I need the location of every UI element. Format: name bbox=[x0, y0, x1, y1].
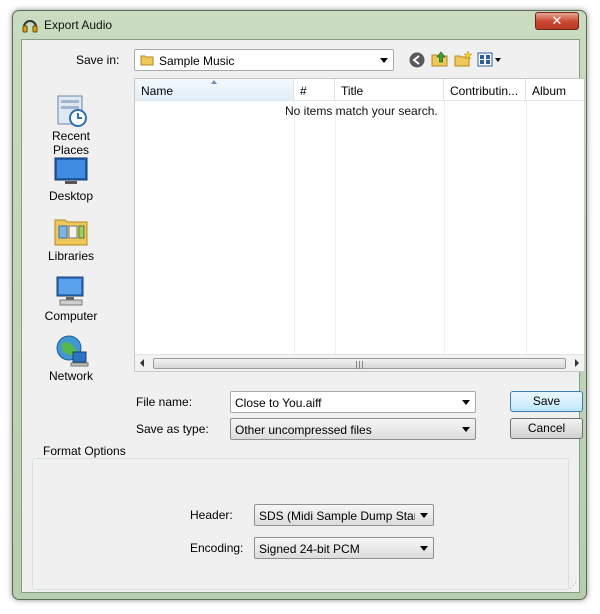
desktop-icon bbox=[54, 157, 88, 184]
column-header-title[interactable]: Title bbox=[335, 79, 444, 101]
recent-places-icon bbox=[57, 95, 87, 127]
headphones-icon bbox=[22, 20, 38, 33]
place-label: Libraries bbox=[47, 249, 95, 263]
column-header-album[interactable]: Album bbox=[526, 79, 584, 101]
file-list[interactable]: Name # Title Contributin... Album No ite… bbox=[134, 78, 585, 372]
up-folder-icon[interactable] bbox=[431, 50, 449, 68]
scroll-left-icon[interactable] bbox=[140, 359, 144, 367]
place-recent-places[interactable]: Recent Places bbox=[36, 94, 106, 157]
save-as-type-dropdown[interactable]: Other uncompressed files bbox=[230, 418, 476, 440]
column-divider bbox=[526, 101, 527, 354]
encoding-value: Signed 24-bit PCM bbox=[259, 542, 360, 556]
back-icon[interactable] bbox=[408, 51, 426, 69]
resize-grip-icon[interactable]: ⋰ bbox=[569, 581, 577, 590]
network-icon bbox=[56, 335, 89, 367]
chevron-down-icon[interactable] bbox=[420, 546, 428, 551]
save-in-label: Save in: bbox=[76, 53, 120, 67]
libraries-icon bbox=[54, 219, 88, 246]
file-name-input[interactable]: Close to You.aiff bbox=[230, 391, 476, 413]
close-button[interactable]: ✕ bbox=[535, 12, 579, 30]
column-header-name[interactable]: Name bbox=[135, 79, 294, 101]
save-as-type-label: Save as type: bbox=[136, 422, 209, 436]
chevron-down-icon[interactable] bbox=[380, 58, 388, 63]
empty-message: No items match your search. bbox=[285, 104, 438, 118]
header-value: SDS (Midi Sample Dump Stan bbox=[259, 509, 415, 523]
scrollbar-thumb[interactable]: ||| bbox=[153, 358, 566, 369]
save-in-value: Sample Music bbox=[159, 54, 235, 68]
folder-icon bbox=[140, 55, 154, 66]
file-name-value: Close to You.aiff bbox=[235, 396, 322, 410]
header-dropdown[interactable]: SDS (Midi Sample Dump Stan bbox=[254, 504, 434, 526]
encoding-label: Encoding: bbox=[190, 541, 244, 555]
place-network[interactable]: Network bbox=[36, 334, 106, 390]
title-bar[interactable]: Export Audio ✕ bbox=[13, 11, 586, 39]
save-in-dropdown[interactable]: Sample Music bbox=[134, 49, 394, 71]
chevron-down-icon[interactable] bbox=[420, 513, 428, 518]
window-title: Export Audio bbox=[44, 18, 113, 32]
dialog-body: Save in: Sample Music Recent Places Desk… bbox=[21, 39, 585, 593]
view-menu-icon[interactable] bbox=[477, 51, 503, 69]
column-divider bbox=[444, 101, 445, 354]
scroll-right-icon[interactable] bbox=[575, 359, 579, 367]
place-label: Computer bbox=[44, 309, 98, 323]
export-audio-dialog: Export Audio ✕ Save in: Sample Music Rec… bbox=[12, 10, 587, 600]
column-divider bbox=[294, 101, 295, 354]
place-label: Desktop bbox=[48, 189, 94, 203]
save-button[interactable]: Save bbox=[510, 391, 583, 412]
place-computer[interactable]: Computer bbox=[36, 274, 106, 330]
column-divider bbox=[335, 101, 336, 354]
sort-up-icon bbox=[211, 80, 217, 84]
horizontal-scrollbar[interactable]: ||| bbox=[135, 354, 584, 371]
save-as-type-value: Other uncompressed files bbox=[235, 423, 372, 437]
new-folder-icon[interactable] bbox=[454, 50, 472, 68]
column-header-number[interactable]: # bbox=[294, 79, 335, 101]
place-desktop[interactable]: Desktop bbox=[36, 154, 106, 210]
encoding-dropdown[interactable]: Signed 24-bit PCM bbox=[254, 537, 434, 559]
file-name-label: File name: bbox=[136, 395, 193, 409]
place-label: Recent Places bbox=[51, 129, 91, 157]
chevron-down-icon[interactable] bbox=[462, 427, 470, 432]
cancel-button[interactable]: Cancel bbox=[510, 418, 583, 439]
computer-icon bbox=[56, 276, 84, 306]
format-options-title: Format Options bbox=[39, 444, 130, 458]
place-label: Network bbox=[48, 369, 93, 383]
column-header-contributing[interactable]: Contributin... bbox=[444, 79, 526, 101]
place-libraries[interactable]: Libraries bbox=[36, 214, 106, 270]
header-label: Header: bbox=[190, 508, 233, 522]
chevron-down-icon[interactable] bbox=[462, 400, 470, 405]
